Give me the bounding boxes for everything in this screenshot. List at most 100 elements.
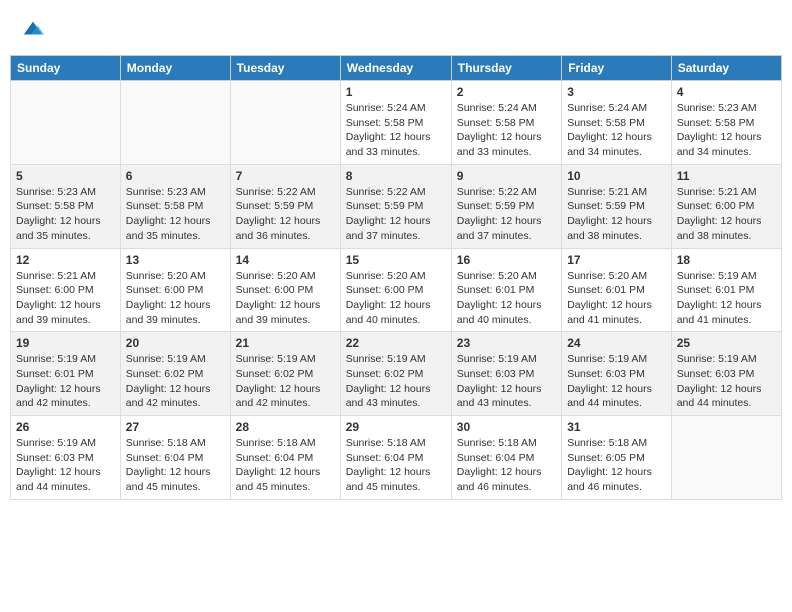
day-number: 22 xyxy=(346,336,446,350)
calendar-cell: 29 Sunrise: 5:18 AM Sunset: 6:04 PM Dayli… xyxy=(340,416,451,500)
page-header xyxy=(10,10,782,49)
day-number: 30 xyxy=(457,420,556,434)
day-info: Sunrise: 5:19 AM Sunset: 6:02 PM Dayligh… xyxy=(236,352,335,411)
day-number: 5 xyxy=(16,169,115,183)
calendar-cell: 8 Sunrise: 5:22 AM Sunset: 5:59 PM Daylig… xyxy=(340,164,451,248)
calendar-cell: 22Sunrise: 5:19 AM Sunset: 6:02 PM Dayli… xyxy=(340,332,451,416)
weekday-header: Monday xyxy=(120,56,230,81)
logo xyxy=(20,18,44,45)
day-number: 9 xyxy=(457,169,556,183)
calendar-cell: 11 Sunrise: 5:21 AM Sunset: 6:00 PM Dayli… xyxy=(671,164,781,248)
day-number: 15 xyxy=(346,253,446,267)
calendar-cell: 13 Sunrise: 5:20 AM Sunset: 6:00 PM Dayli… xyxy=(120,248,230,332)
calendar-cell: 6 Sunrise: 5:23 AM Sunset: 5:58 PM Daylig… xyxy=(120,164,230,248)
day-number: 8 xyxy=(346,169,446,183)
calendar-cell: 9 Sunrise: 5:22 AM Sunset: 5:59 PM Daylig… xyxy=(451,164,561,248)
calendar-week-row: 26Sunrise: 5:19 AM Sunset: 6:03 PM Dayli… xyxy=(11,416,782,500)
day-info: Sunrise: 5:23 AM Sunset: 5:58 PM Dayligh… xyxy=(677,101,776,160)
day-info: Sunrise: 5:22 AM Sunset: 5:59 PM Dayligh… xyxy=(236,185,335,244)
calendar-header-row: SundayMondayTuesdayWednesdayThursdayFrid… xyxy=(11,56,782,81)
day-number: 12 xyxy=(16,253,115,267)
day-number: 24 xyxy=(567,336,666,350)
calendar-cell: 19 Sunrise: 5:19 AM Sunset: 6:01 PM Dayli… xyxy=(11,332,121,416)
calendar-cell: 24Sunrise: 5:19 AM Sunset: 6:03 PM Dayli… xyxy=(562,332,672,416)
logo-icon xyxy=(22,18,44,40)
day-number: 10 xyxy=(567,169,666,183)
calendar-cell: 20 Sunrise: 5:19 AM Sunset: 6:02 PM Dayli… xyxy=(120,332,230,416)
weekday-header: Wednesday xyxy=(340,56,451,81)
calendar-cell: 15 Sunrise: 5:20 AM Sunset: 6:00 PM Dayli… xyxy=(340,248,451,332)
day-info: Sunrise: 5:21 AM Sunset: 6:00 PM Dayligh… xyxy=(16,269,115,328)
day-number: 17 xyxy=(567,253,666,267)
day-number: 25 xyxy=(677,336,776,350)
calendar-cell: 25 Sunrise: 5:19 AM Sunset: 6:03 PM Dayli… xyxy=(671,332,781,416)
calendar-cell: 28 Sunrise: 5:18 AM Sunset: 6:04 PM Dayli… xyxy=(230,416,340,500)
day-number: 3 xyxy=(567,85,666,99)
day-info: Sunrise: 5:19 AM Sunset: 6:03 PM Dayligh… xyxy=(16,436,115,495)
weekday-header: Saturday xyxy=(671,56,781,81)
day-number: 19 xyxy=(16,336,115,350)
calendar-cell xyxy=(11,81,121,165)
day-number: 1 xyxy=(346,85,446,99)
day-info: Sunrise: 5:22 AM Sunset: 5:59 PM Dayligh… xyxy=(457,185,556,244)
calendar-cell: 27 Sunrise: 5:18 AM Sunset: 6:04 PM Dayli… xyxy=(120,416,230,500)
day-number: 28 xyxy=(236,420,335,434)
calendar-week-row: 12 Sunrise: 5:21 AM Sunset: 6:00 PM Dayli… xyxy=(11,248,782,332)
day-info: Sunrise: 5:19 AM Sunset: 6:03 PM Dayligh… xyxy=(457,352,556,411)
calendar-cell: 3 Sunrise: 5:24 AM Sunset: 5:58 PM Daylig… xyxy=(562,81,672,165)
day-info: Sunrise: 5:19 AM Sunset: 6:02 PM Dayligh… xyxy=(126,352,225,411)
day-info: Sunrise: 5:23 AM Sunset: 5:58 PM Dayligh… xyxy=(126,185,225,244)
day-number: 13 xyxy=(126,253,225,267)
weekday-header: Thursday xyxy=(451,56,561,81)
day-number: 14 xyxy=(236,253,335,267)
day-number: 31 xyxy=(567,420,666,434)
day-number: 29 xyxy=(346,420,446,434)
calendar-cell: 10 Sunrise: 5:21 AM Sunset: 5:59 PM Dayli… xyxy=(562,164,672,248)
calendar-cell xyxy=(671,416,781,500)
weekday-header: Tuesday xyxy=(230,56,340,81)
day-info: Sunrise: 5:20 AM Sunset: 6:00 PM Dayligh… xyxy=(126,269,225,328)
calendar-week-row: 19 Sunrise: 5:19 AM Sunset: 6:01 PM Dayli… xyxy=(11,332,782,416)
day-info: Sunrise: 5:20 AM Sunset: 6:01 PM Dayligh… xyxy=(457,269,556,328)
calendar-cell: 31 Sunrise: 5:18 AM Sunset: 6:05 PM Dayli… xyxy=(562,416,672,500)
day-number: 4 xyxy=(677,85,776,99)
day-info: Sunrise: 5:21 AM Sunset: 5:59 PM Dayligh… xyxy=(567,185,666,244)
calendar-week-row: 1 Sunrise: 5:24 AM Sunset: 5:58 PM Daylig… xyxy=(11,81,782,165)
day-info: Sunrise: 5:20 AM Sunset: 6:00 PM Dayligh… xyxy=(236,269,335,328)
day-number: 6 xyxy=(126,169,225,183)
day-info: Sunrise: 5:22 AM Sunset: 5:59 PM Dayligh… xyxy=(346,185,446,244)
day-number: 2 xyxy=(457,85,556,99)
calendar-cell: 14 Sunrise: 5:20 AM Sunset: 6:00 PM Dayli… xyxy=(230,248,340,332)
day-number: 21 xyxy=(236,336,335,350)
day-info: Sunrise: 5:19 AM Sunset: 6:03 PM Dayligh… xyxy=(677,352,776,411)
day-number: 27 xyxy=(126,420,225,434)
calendar-cell: 4 Sunrise: 5:23 AM Sunset: 5:58 PM Daylig… xyxy=(671,81,781,165)
day-info: Sunrise: 5:21 AM Sunset: 6:00 PM Dayligh… xyxy=(677,185,776,244)
calendar-week-row: 5 Sunrise: 5:23 AM Sunset: 5:58 PM Daylig… xyxy=(11,164,782,248)
calendar-cell: 1Sunrise: 5:24 AM Sunset: 5:58 PM Daylig… xyxy=(340,81,451,165)
day-info: Sunrise: 5:20 AM Sunset: 6:00 PM Dayligh… xyxy=(346,269,446,328)
day-info: Sunrise: 5:18 AM Sunset: 6:04 PM Dayligh… xyxy=(346,436,446,495)
calendar-cell: 16Sunrise: 5:20 AM Sunset: 6:01 PM Dayli… xyxy=(451,248,561,332)
day-info: Sunrise: 5:18 AM Sunset: 6:04 PM Dayligh… xyxy=(236,436,335,495)
calendar-cell: 21 Sunrise: 5:19 AM Sunset: 6:02 PM Dayli… xyxy=(230,332,340,416)
calendar-cell: 12 Sunrise: 5:21 AM Sunset: 6:00 PM Dayli… xyxy=(11,248,121,332)
day-info: Sunrise: 5:18 AM Sunset: 6:04 PM Dayligh… xyxy=(126,436,225,495)
calendar-cell xyxy=(120,81,230,165)
calendar-cell: 2 Sunrise: 5:24 AM Sunset: 5:58 PM Daylig… xyxy=(451,81,561,165)
day-info: Sunrise: 5:24 AM Sunset: 5:58 PM Dayligh… xyxy=(567,101,666,160)
day-number: 11 xyxy=(677,169,776,183)
day-number: 20 xyxy=(126,336,225,350)
calendar-cell: 23 Sunrise: 5:19 AM Sunset: 6:03 PM Dayli… xyxy=(451,332,561,416)
day-number: 7 xyxy=(236,169,335,183)
day-info: Sunrise: 5:24 AM Sunset: 5:58 PM Dayligh… xyxy=(457,101,556,160)
day-info: Sunrise: 5:18 AM Sunset: 6:05 PM Dayligh… xyxy=(567,436,666,495)
day-number: 23 xyxy=(457,336,556,350)
day-info: Sunrise: 5:18 AM Sunset: 6:04 PM Dayligh… xyxy=(457,436,556,495)
calendar-cell: 30 Sunrise: 5:18 AM Sunset: 6:04 PM Dayli… xyxy=(451,416,561,500)
day-info: Sunrise: 5:19 AM Sunset: 6:01 PM Dayligh… xyxy=(16,352,115,411)
calendar-cell: 18Sunrise: 5:19 AM Sunset: 6:01 PM Dayli… xyxy=(671,248,781,332)
weekday-header: Friday xyxy=(562,56,672,81)
day-info: Sunrise: 5:19 AM Sunset: 6:01 PM Dayligh… xyxy=(677,269,776,328)
calendar-table: SundayMondayTuesdayWednesdayThursdayFrid… xyxy=(10,55,782,500)
